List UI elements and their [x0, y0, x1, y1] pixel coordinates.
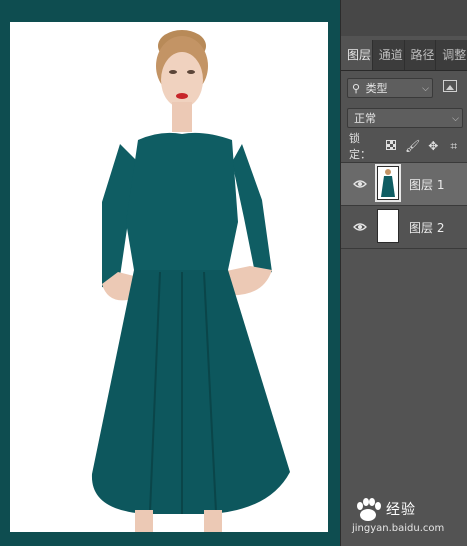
paw-logo-icon — [357, 498, 381, 521]
search-icon: ⚲ — [352, 82, 361, 95]
panel-header-strip — [341, 0, 467, 36]
image-filter-icon[interactable] — [443, 80, 457, 92]
layers-list: 图层 1 图层 2 — [341, 162, 467, 249]
lock-artboard-icon[interactable]: ⌗ — [447, 139, 460, 153]
chevron-down-icon: ⌵ — [422, 84, 429, 94]
blend-mode-select[interactable]: 正常 ⌵ — [347, 108, 463, 128]
layer-row-2[interactable]: 图层 2 — [341, 205, 467, 249]
tab-adjustments[interactable]: 调整 — [436, 40, 467, 70]
layer-thumbnail[interactable] — [377, 209, 399, 243]
lock-label: 锁定： — [349, 132, 371, 161]
document-canvas[interactable] — [10, 22, 328, 532]
model-photo — [91, 30, 290, 532]
layer-thumbnail[interactable] — [375, 164, 401, 202]
watermark-url: jingyan.baidu.com — [352, 523, 445, 534]
canvas-area[interactable] — [0, 0, 340, 546]
layers-panel: 图层 通道 路径 调整 ⚲ 类型 ⌵ 正常 ⌵ 锁定： 🖌 ✥ ⌗ 图层 1 图… — [340, 0, 467, 546]
blend-mode-label: 正常 — [354, 112, 376, 125]
lock-position-icon[interactable]: ✥ — [427, 139, 440, 153]
lock-row: 锁定： 🖌 ✥ ⌗ — [349, 132, 467, 161]
filter-kind-select[interactable]: ⚲ 类型 ⌵ — [347, 78, 433, 98]
layer-row-1[interactable]: 图层 1 — [341, 162, 467, 206]
thumbnail-image — [378, 167, 398, 199]
layer-name[interactable]: 图层 2 — [409, 219, 444, 236]
eye-icon[interactable] — [353, 177, 367, 191]
tab-paths[interactable]: 路径 — [405, 40, 437, 70]
tab-channels[interactable]: 通道 — [373, 40, 405, 70]
filter-kind-label: 类型 — [365, 82, 388, 95]
chevron-down-icon: ⌵ — [452, 114, 459, 124]
blend-mode-row: 正常 ⌵ — [347, 108, 467, 130]
baidu-jingyan-watermark: 经验 jingyan.baidu.com — [350, 495, 460, 539]
layer-name[interactable]: 图层 1 — [409, 176, 444, 193]
lock-transparent-pixels-icon[interactable] — [384, 139, 397, 153]
tab-layers[interactable]: 图层 — [341, 40, 373, 70]
panel-tabs: 图层 通道 路径 调整 — [341, 40, 467, 71]
lock-image-pixels-icon[interactable]: 🖌 — [405, 139, 420, 153]
layer-filter-row: ⚲ 类型 ⌵ — [347, 78, 467, 100]
eye-icon[interactable] — [353, 220, 367, 234]
watermark-brand: 经验 — [386, 502, 416, 518]
